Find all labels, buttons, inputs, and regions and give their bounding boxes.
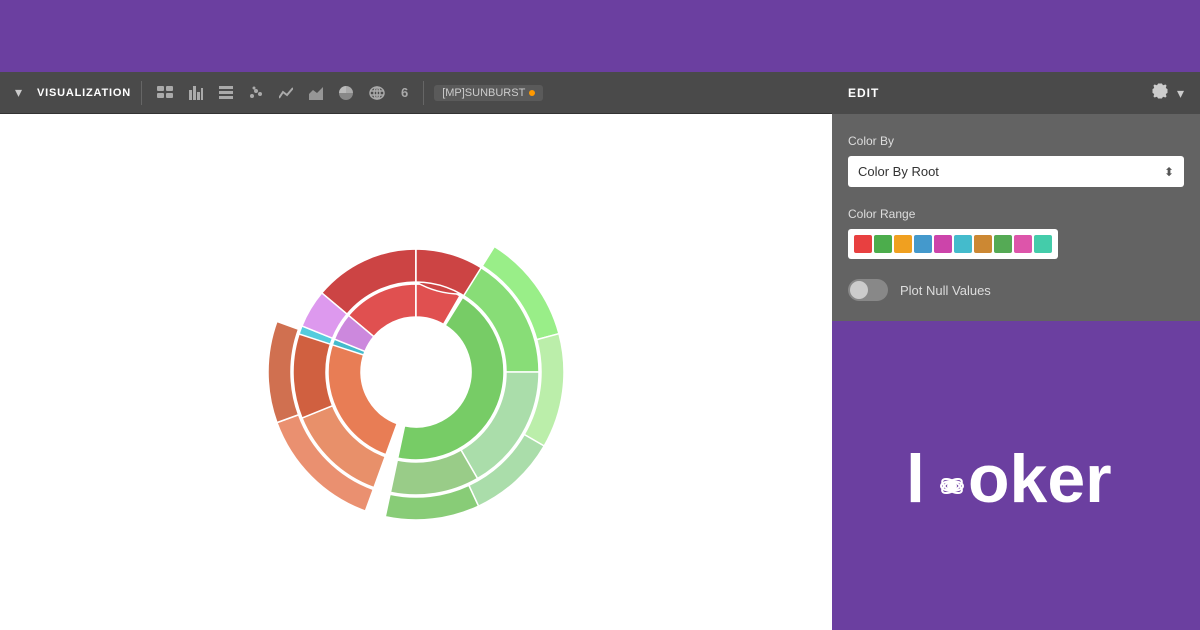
swatch-pink[interactable] <box>1014 235 1032 253</box>
visualization-toolbar: ▾ VISUALIZATION <box>0 72 832 114</box>
looker-branding-area: l oker <box>832 321 1200 630</box>
chart-area <box>0 114 832 630</box>
area-chart-icon[interactable] <box>304 83 328 103</box>
swatch-purple[interactable] <box>934 235 952 253</box>
swatch-cyan[interactable] <box>954 235 972 253</box>
right-panel: EDIT ▾ Color By Colo <box>832 72 1200 630</box>
plot-null-toggle[interactable] <box>848 279 888 301</box>
table-icon[interactable] <box>152 83 178 103</box>
visualization-label: VISUALIZATION <box>37 87 131 99</box>
map-icon[interactable] <box>364 83 390 103</box>
svg-text:l: l <box>906 441 925 516</box>
color-swatches[interactable] <box>848 229 1058 259</box>
swatch-orange[interactable] <box>894 235 912 253</box>
plot-null-label: Plot Null Values <box>900 283 991 298</box>
color-by-select[interactable]: Color By Root <box>848 156 1184 187</box>
sunburst-chart <box>246 202 586 542</box>
color-by-label: Color By <box>848 134 1184 148</box>
plot-null-row: Plot Null Values <box>848 279 1184 301</box>
bar-chart-icon[interactable] <box>184 83 208 103</box>
settings-icon[interactable] <box>1151 82 1169 105</box>
color-by-group: Color By Color By Root ⬍ <box>848 134 1184 187</box>
edit-title: EDIT <box>848 86 879 100</box>
chevron-down-icon[interactable]: ▾ <box>1177 85 1184 102</box>
left-panel: ▾ VISUALIZATION <box>0 72 832 630</box>
scatter-icon[interactable] <box>244 83 268 103</box>
looker-logo-svg: l oker <box>906 436 1126 516</box>
color-range-group: Color Range <box>848 207 1184 259</box>
swatch-blue[interactable] <box>914 235 932 253</box>
edit-content: Color By Color By Root ⬍ Color Range <box>832 114 1200 321</box>
color-by-select-wrapper: Color By Root ⬍ <box>848 156 1184 187</box>
toggle-knob <box>850 281 868 299</box>
swatch-light-green[interactable] <box>994 235 1012 253</box>
app-wrapper: ▾ VISUALIZATION <box>0 0 1200 630</box>
swatch-green[interactable] <box>874 235 892 253</box>
swatch-teal[interactable] <box>1034 235 1052 253</box>
swatch-brown[interactable] <box>974 235 992 253</box>
looker-logo: l oker <box>906 436 1126 516</box>
pie-chart-icon[interactable] <box>334 83 358 103</box>
number-icon[interactable]: 6 <box>396 82 413 103</box>
line-chart-icon[interactable] <box>274 83 298 103</box>
active-indicator <box>529 90 535 96</box>
dropdown-arrow-icon[interactable]: ▾ <box>10 81 27 104</box>
toolbar-divider-1 <box>141 81 142 105</box>
chart-type-badge[interactable]: [MP]SUNBURST <box>434 85 543 101</box>
color-range-label: Color Range <box>848 207 1184 221</box>
edit-header-icons: ▾ <box>1151 82 1184 105</box>
edit-header: EDIT ▾ <box>832 72 1200 114</box>
swatch-red[interactable] <box>854 235 872 253</box>
list-icon[interactable] <box>214 83 238 103</box>
svg-text:oker: oker <box>968 441 1112 516</box>
chart-type-label: [MP]SUNBURST <box>442 87 525 99</box>
toolbar-divider-2 <box>423 81 424 105</box>
main-content: ▾ VISUALIZATION <box>0 72 1200 630</box>
top-band <box>0 0 1200 72</box>
